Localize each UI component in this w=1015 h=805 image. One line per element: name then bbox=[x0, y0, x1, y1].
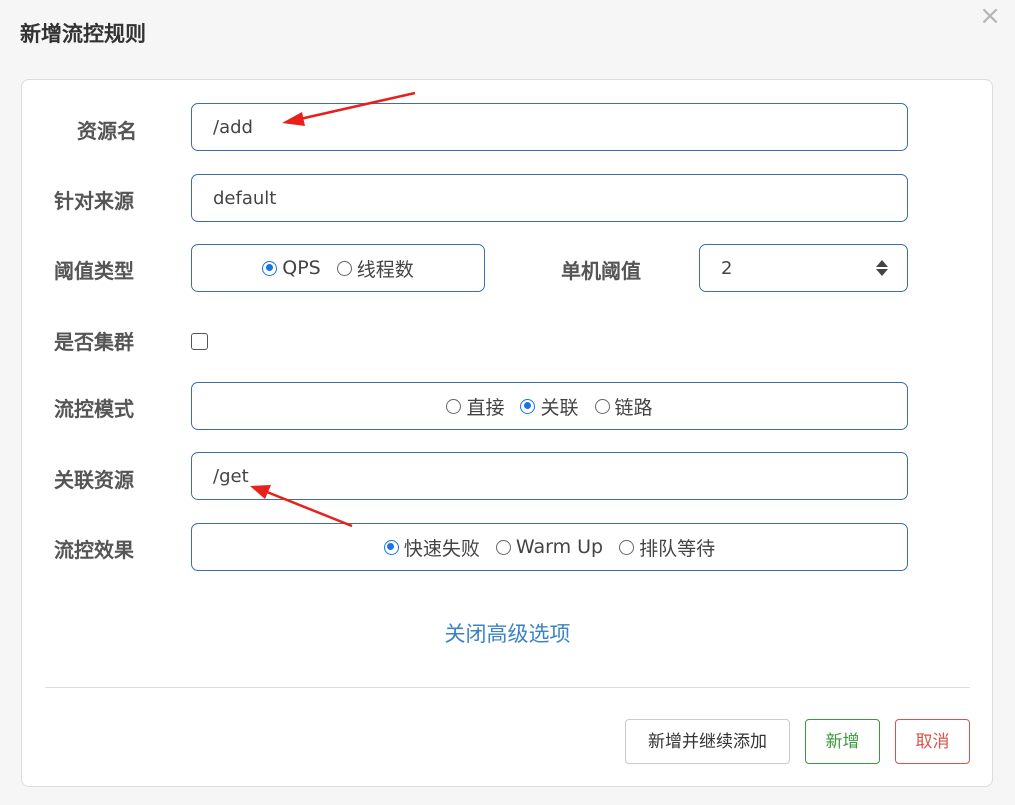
radio-label-direct: 直接 bbox=[466, 396, 505, 419]
radio-unchecked-icon[interactable] bbox=[446, 398, 462, 414]
add-button[interactable]: 新增 bbox=[805, 719, 880, 764]
radio-label-chain: 链路 bbox=[614, 396, 653, 419]
control-effect-group: 快速失败 Warm Up 排队等待 bbox=[191, 523, 908, 571]
single-threshold-field[interactable] bbox=[699, 244, 908, 293]
add-and-continue-button[interactable]: 新增并继续添加 bbox=[625, 719, 790, 764]
radio-unchecked-icon[interactable] bbox=[495, 539, 511, 555]
radio-option-relate[interactable]: 关联 bbox=[520, 393, 579, 420]
divider bbox=[45, 687, 970, 688]
number-stepper[interactable] bbox=[875, 258, 889, 278]
stepper-down-icon[interactable] bbox=[876, 269, 888, 276]
radio-option-qps[interactable]: QPS bbox=[262, 257, 321, 279]
resource-name-field[interactable] bbox=[191, 103, 908, 152]
radio-option-thread-count[interactable]: 线程数 bbox=[336, 255, 414, 282]
flow-mode-group: 直接 关联 链路 bbox=[191, 382, 908, 430]
limit-app-input[interactable] bbox=[211, 175, 787, 223]
single-threshold-label: 单机阈值 bbox=[561, 259, 641, 283]
radio-label-warm-up: Warm Up bbox=[515, 536, 604, 558]
radio-option-direct[interactable]: 直接 bbox=[446, 393, 504, 420]
cluster-checkbox[interactable] bbox=[191, 333, 208, 350]
ref-resource-field[interactable] bbox=[191, 452, 908, 501]
radio-option-warm-up[interactable]: Warm Up bbox=[495, 536, 604, 558]
radio-checked-icon[interactable] bbox=[262, 260, 278, 276]
radio-checked-icon[interactable] bbox=[520, 398, 536, 414]
radio-unchecked-icon[interactable] bbox=[619, 539, 635, 555]
control-effect-label: 流控效果 bbox=[54, 538, 134, 562]
radio-unchecked-icon[interactable] bbox=[594, 398, 610, 414]
radio-option-chain[interactable]: 链路 bbox=[594, 393, 653, 420]
radio-unchecked-icon[interactable] bbox=[336, 260, 352, 276]
single-threshold-input[interactable] bbox=[719, 245, 848, 293]
close-icon[interactable]: × bbox=[978, 3, 1002, 29]
toggle-advanced-link[interactable]: 关闭高级选项 bbox=[0, 618, 1015, 648]
stepper-up-icon[interactable] bbox=[876, 260, 888, 267]
cancel-button[interactable]: 取消 bbox=[895, 719, 970, 764]
radio-label-relate: 关联 bbox=[540, 396, 579, 419]
limit-app-field[interactable] bbox=[191, 174, 908, 223]
radio-option-queue[interactable]: 排队等待 bbox=[619, 534, 715, 561]
radio-checked-icon[interactable] bbox=[383, 539, 399, 555]
ref-resource-input[interactable] bbox=[211, 453, 787, 501]
resource-name-label: 资源名 bbox=[77, 119, 137, 143]
threshold-type-label: 阈值类型 bbox=[54, 259, 134, 283]
radio-label-queue: 排队等待 bbox=[639, 537, 716, 560]
resource-name-input[interactable] bbox=[211, 104, 787, 152]
ref-resource-label: 关联资源 bbox=[54, 468, 134, 492]
threshold-type-group: QPS 线程数 bbox=[191, 244, 485, 292]
cluster-label: 是否集群 bbox=[54, 330, 134, 354]
radio-label-thread-count: 线程数 bbox=[356, 258, 414, 281]
flow-mode-label: 流控模式 bbox=[54, 397, 134, 421]
limit-app-label: 针对来源 bbox=[54, 189, 134, 213]
radio-label-qps: QPS bbox=[282, 257, 321, 279]
radio-label-fast-fail: 快速失败 bbox=[403, 537, 480, 560]
dialog-title: 新增流控规则 bbox=[20, 22, 146, 46]
radio-option-fast-fail[interactable]: 快速失败 bbox=[383, 534, 480, 561]
